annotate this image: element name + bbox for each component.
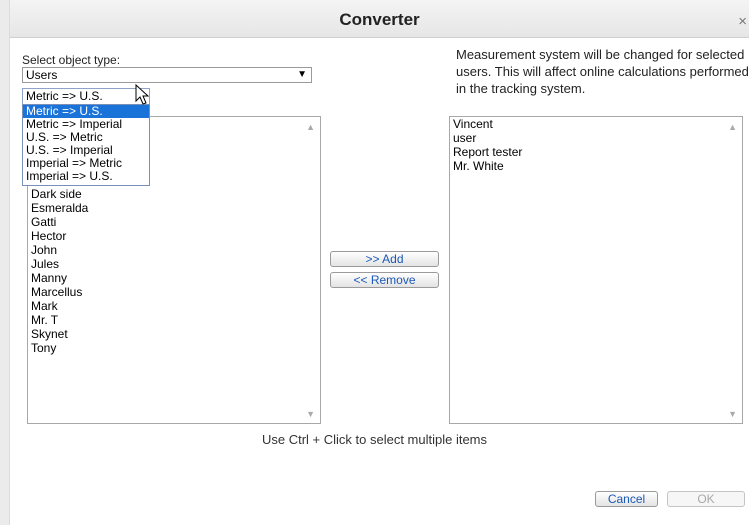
list-item[interactable]: Dark side: [31, 187, 302, 201]
list-item[interactable]: Hector: [31, 229, 302, 243]
add-button[interactable]: >> Add: [330, 251, 439, 267]
cancel-button[interactable]: Cancel: [595, 491, 658, 507]
mouse-cursor-icon: [135, 84, 150, 105]
list-item[interactable]: Tony: [31, 341, 302, 355]
conversion-select[interactable]: Metric => U.S. ▼: [22, 88, 150, 105]
scroll-up-icon[interactable]: ▲: [728, 122, 737, 132]
scroll-down-icon[interactable]: ▼: [306, 409, 315, 419]
list-item[interactable]: Mr. White: [453, 159, 724, 173]
dropdown-option[interactable]: Imperial => U.S.: [23, 170, 149, 183]
info-text: Measurement system will be changed for s…: [456, 47, 749, 96]
list-item[interactable]: Vincent: [453, 117, 724, 131]
scroll-up-icon[interactable]: ▲: [306, 122, 315, 132]
conversion-value: Metric => U.S.: [26, 89, 103, 103]
selected-users-list[interactable]: Vincent user Report tester Mr. White ▲ ▼: [449, 116, 743, 424]
list-item[interactable]: Report tester: [453, 145, 724, 159]
dialog-title: Converter: [339, 10, 420, 29]
remove-button[interactable]: << Remove: [330, 272, 439, 288]
scroll-down-icon[interactable]: ▼: [728, 409, 737, 419]
list-item[interactable]: Manny: [31, 271, 302, 285]
list-item[interactable]: Skynet: [31, 327, 302, 341]
selected-users-items: Vincent user Report tester Mr. White: [453, 117, 724, 173]
list-item[interactable]: Jules: [31, 257, 302, 271]
list-item[interactable]: Gatti: [31, 215, 302, 229]
object-type-label: Select object type:: [22, 53, 121, 67]
list-item[interactable]: Marcellus: [31, 285, 302, 299]
hint-text: Use Ctrl + Click to select multiple item…: [261, 432, 488, 447]
available-users-items: Dark side Esmeralda Gatti Hector John Jules Ma…: [31, 187, 302, 355]
object-type-value: Users: [26, 68, 58, 82]
list-item[interactable]: Mark: [31, 299, 302, 313]
list-item[interactable]: user: [453, 131, 724, 145]
close-icon[interactable]: ×: [738, 14, 747, 29]
chevron-down-icon: ▼: [297, 69, 307, 80]
list-item[interactable]: John: [31, 243, 302, 257]
list-item[interactable]: Esmeralda: [31, 201, 302, 215]
conversion-dropdown[interactable]: Metric => U.S. Metric => Imperial U.S. => …: [22, 104, 150, 186]
ok-button: OK: [667, 491, 745, 507]
title-bar: Converter ×: [10, 0, 749, 38]
list-item[interactable]: Mr. T: [31, 313, 302, 327]
object-type-select[interactable]: Users ▼: [22, 67, 312, 83]
